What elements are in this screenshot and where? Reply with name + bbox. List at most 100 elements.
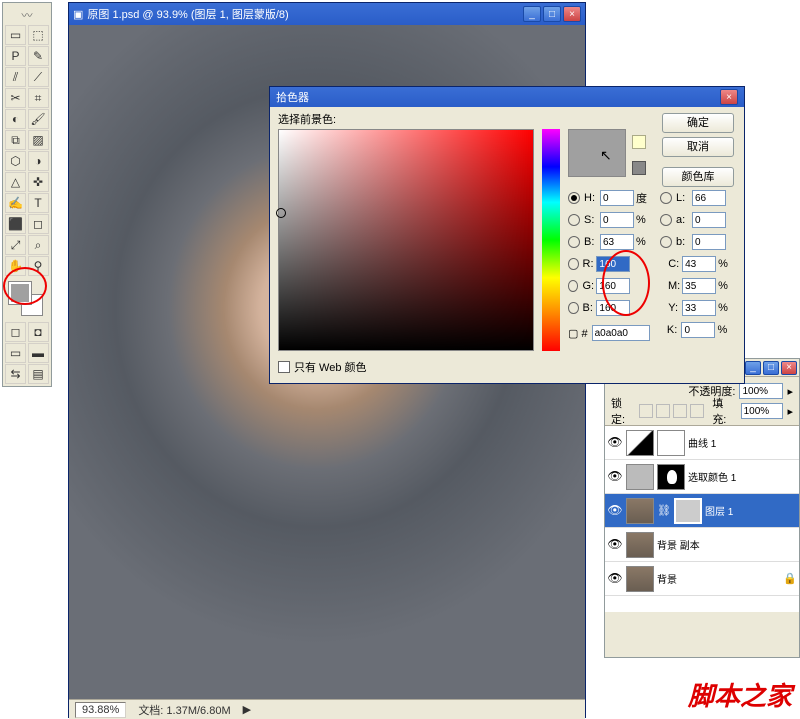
layer-row[interactable]: 👁 背景 副本: [605, 528, 799, 562]
fill-arrow-icon[interactable]: ▸: [787, 405, 793, 418]
radio-g[interactable]: [568, 280, 578, 292]
layer-thumb[interactable]: [626, 498, 654, 524]
status-arrow-icon[interactable]: ▶: [243, 703, 251, 716]
tool-3[interactable]: ✎: [28, 46, 49, 66]
tool-0[interactable]: ▭: [5, 25, 26, 45]
tool-19[interactable]: ◻: [28, 214, 49, 234]
jump-icon[interactable]: ⇆: [5, 364, 26, 384]
tool-13[interactable]: ◑: [28, 151, 49, 171]
tool-10[interactable]: ⧉: [5, 130, 26, 150]
a-input[interactable]: [692, 212, 726, 228]
screen-mode-icon[interactable]: ▭: [5, 343, 26, 363]
visibility-icon[interactable]: 👁: [607, 435, 623, 451]
c-input[interactable]: [682, 256, 716, 272]
mode-quickmask-icon[interactable]: ◘: [28, 322, 49, 342]
mask-thumb[interactable]: [674, 498, 702, 524]
layer-name[interactable]: 背景 副本: [657, 537, 797, 552]
tool-14[interactable]: △: [5, 172, 26, 192]
color-libraries-button[interactable]: 颜色库: [662, 167, 734, 187]
layer-name[interactable]: 图层 1: [705, 503, 797, 518]
radio-bb[interactable]: [568, 302, 579, 314]
layer-thumb[interactable]: [626, 532, 654, 558]
ok-button[interactable]: 确定: [662, 113, 734, 133]
l-input[interactable]: [692, 190, 726, 206]
radio-h[interactable]: [568, 192, 580, 204]
layer-name[interactable]: 背景: [657, 571, 780, 586]
radio-l[interactable]: [660, 192, 672, 204]
layer-row[interactable]: 👁背景🔒: [605, 562, 799, 596]
panel-close-button[interactable]: ×: [781, 361, 797, 375]
visibility-icon[interactable]: 👁: [607, 503, 623, 519]
y-input[interactable]: [682, 300, 716, 316]
hex-input[interactable]: [592, 325, 650, 341]
radio-a[interactable]: [660, 214, 672, 226]
tool-12[interactable]: ⬡: [5, 151, 26, 171]
b2-input[interactable]: [692, 234, 726, 250]
radio-b2[interactable]: [660, 236, 672, 248]
panel-max-button[interactable]: □: [763, 361, 779, 375]
fill-input[interactable]: 100%: [741, 403, 784, 419]
tool-18[interactable]: ⬛: [5, 214, 26, 234]
tool-21[interactable]: ⌕: [28, 235, 49, 255]
picker-close-button[interactable]: ×: [720, 89, 738, 105]
tool-15[interactable]: ✜: [28, 172, 49, 192]
visibility-icon[interactable]: 👁: [607, 537, 623, 553]
screen-full-icon[interactable]: ▬: [28, 343, 49, 363]
visibility-icon[interactable]: 👁: [607, 469, 623, 485]
document-titlebar[interactable]: ▣ 原图 1.psd @ 93.9% (图层 1, 图层蒙版/8) _ □ ×: [69, 3, 585, 25]
layer-thumb[interactable]: [626, 430, 654, 456]
tool-20[interactable]: ⤢: [5, 235, 26, 255]
websafe-icon[interactable]: [632, 161, 646, 175]
picker-titlebar[interactable]: 拾色器 ×: [270, 87, 744, 107]
radio-r[interactable]: [568, 258, 579, 270]
tool-11[interactable]: ▨: [28, 130, 49, 150]
cancel-button[interactable]: 取消: [662, 137, 734, 157]
tool-6[interactable]: ✂: [5, 88, 26, 108]
gamut-warning-icon[interactable]: [632, 135, 646, 149]
layer-list[interactable]: 👁曲线 1 👁选取颜色 1 👁⛓图层 1 👁背景 副本 👁背景🔒: [605, 426, 799, 612]
layer-row[interactable]: 👁 ⛓ 图层 1: [605, 494, 799, 528]
link-icon[interactable]: ⛓: [657, 504, 671, 517]
tool-8[interactable]: ◐: [5, 109, 26, 129]
opacity-arrow-icon[interactable]: ▸: [787, 385, 793, 398]
bval-input[interactable]: [600, 234, 634, 250]
lock-transparency-icon[interactable]: [639, 404, 653, 418]
opacity-input[interactable]: 100%: [739, 383, 783, 399]
mask-thumb[interactable]: [657, 430, 685, 456]
new-color-swatch[interactable]: [568, 129, 626, 177]
radio-s[interactable]: [568, 214, 580, 226]
m-input[interactable]: [682, 278, 716, 294]
minimize-button[interactable]: _: [523, 6, 541, 22]
tool-1[interactable]: ⬚: [28, 25, 49, 45]
close-button[interactable]: ×: [563, 6, 581, 22]
tool-9[interactable]: 🖌: [28, 109, 49, 129]
hue-slider[interactable]: [542, 129, 560, 351]
layer-thumb[interactable]: [626, 464, 654, 490]
mode-standard-icon[interactable]: ◻: [5, 322, 26, 342]
tool-5[interactable]: ⟋: [28, 67, 49, 87]
s-input[interactable]: [600, 212, 634, 228]
maximize-button[interactable]: □: [543, 6, 561, 22]
jump2-icon[interactable]: ▤: [28, 364, 49, 384]
layer-row[interactable]: 👁 选取颜色 1: [605, 460, 799, 494]
layer-name[interactable]: 曲线 1: [688, 435, 797, 450]
layer-row[interactable]: 👁 曲线 1: [605, 426, 799, 460]
tool-16[interactable]: ✍: [5, 193, 26, 213]
mask-thumb[interactable]: [657, 464, 685, 490]
radio-b[interactable]: [568, 236, 580, 248]
lock-pixels-icon[interactable]: [656, 404, 670, 418]
color-field[interactable]: [278, 129, 534, 351]
k-input[interactable]: [681, 322, 715, 338]
tool-17[interactable]: T: [28, 193, 49, 213]
layer-name[interactable]: 选取颜色 1: [688, 469, 797, 484]
tool-2[interactable]: P: [5, 46, 26, 66]
webonly-checkbox[interactable]: [278, 361, 290, 373]
visibility-icon[interactable]: 👁: [607, 571, 623, 587]
tool-7[interactable]: ⌗: [28, 88, 49, 108]
lock-all-icon[interactable]: [690, 404, 704, 418]
zoom-readout[interactable]: 93.88%: [75, 702, 126, 718]
tool-4[interactable]: ⫽: [5, 67, 26, 87]
h-input[interactable]: [600, 190, 634, 206]
layer-thumb[interactable]: [626, 566, 654, 592]
panel-min-button[interactable]: _: [745, 361, 761, 375]
